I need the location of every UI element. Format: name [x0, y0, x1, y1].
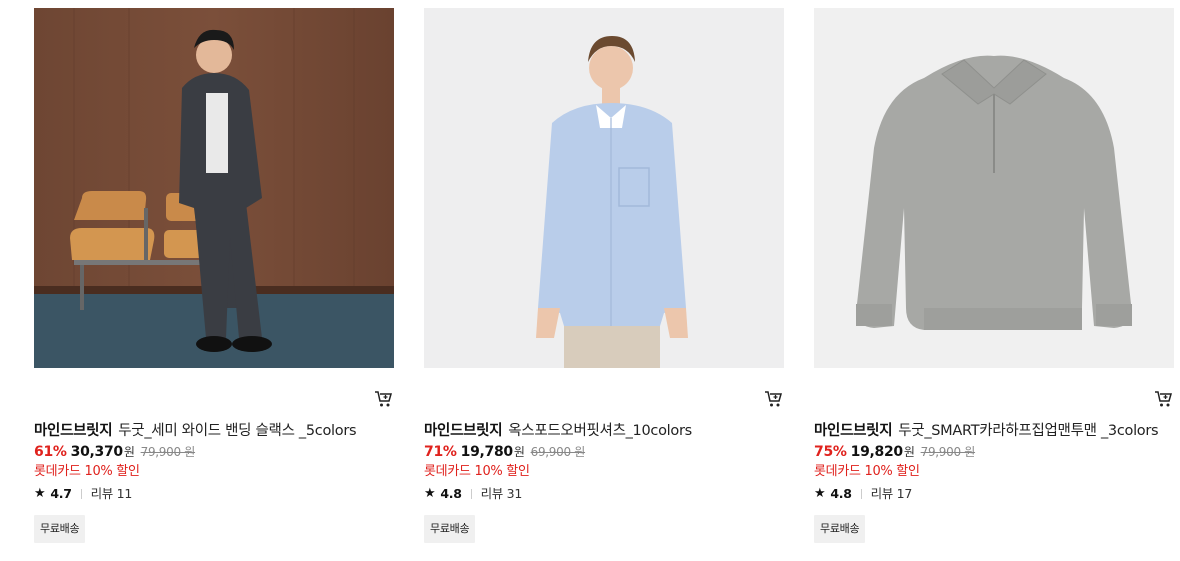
rating-score: 4.8 [830, 486, 852, 501]
rating-score: 4.7 [50, 486, 72, 501]
product-title[interactable]: 마인드브릿지 두굿_세미 와이드 밴딩 슬랙스 _5colors [34, 420, 394, 442]
product-name[interactable]: 옥스포드오버핏셔츠_10colors [508, 423, 692, 439]
star-icon: ★ [34, 486, 46, 501]
product-title[interactable]: 마인드브릿지 두굿_SMART카라하프집업맨투맨 _3colors [814, 420, 1174, 442]
original-price: 69,900 원 [530, 445, 586, 459]
product-title[interactable]: 마인드브릿지 옥스포드오버핏셔츠_10colors [424, 420, 784, 442]
brand-name[interactable]: 마인드브릿지 [424, 423, 503, 439]
price-row: 71% 19,780원 69,900 원 [424, 442, 784, 462]
sale-price: 19,820 [850, 444, 904, 460]
free-shipping-badge: 무료배송 [34, 515, 86, 543]
product-photo-grey-sweatshirt [814, 8, 1174, 368]
rating-score: 4.8 [440, 486, 462, 501]
sale-price: 30,370 [70, 444, 124, 460]
brand-name[interactable]: 마인드브릿지 [34, 423, 113, 439]
divider [80, 489, 82, 499]
free-shipping-badge: 무료배송 [424, 515, 476, 543]
card-promotion: 롯데카드 10% 할인 [424, 464, 530, 479]
rating-row: ★ 4.7 리뷰 11 [34, 485, 394, 503]
star-icon: ★ [424, 486, 436, 501]
rating-row: ★ 4.8 리뷰 31 [424, 485, 784, 503]
product-card[interactable]: 마인드브릿지 옥스포드오버핏셔츠_10colors 71% 19,780원 69,90… [424, 8, 784, 543]
cart-icon[interactable] [374, 390, 392, 408]
divider [860, 489, 862, 499]
original-price: 79,900 원 [140, 445, 196, 459]
original-price: 79,900 원 [920, 445, 976, 459]
free-shipping-badge: 무료배송 [814, 515, 866, 543]
review-count[interactable]: 리뷰 31 [481, 485, 523, 503]
product-image[interactable] [34, 8, 394, 368]
product-photo-blue-shirt [424, 8, 784, 368]
cart-icon[interactable] [764, 390, 782, 408]
product-card[interactable]: 마인드브릿지 두굿_SMART카라하프집업맨투맨 _3colors 75% 19,8… [814, 8, 1174, 543]
review-count[interactable]: 리뷰 11 [91, 485, 133, 503]
rating-row: ★ 4.8 리뷰 17 [814, 485, 1174, 503]
discount-rate: 75% [814, 444, 847, 460]
cart-icon[interactable] [1154, 390, 1172, 408]
card-promotion: 롯데카드 10% 할인 [34, 464, 140, 479]
discount-rate: 71% [424, 444, 457, 460]
brand-name[interactable]: 마인드브릿지 [814, 423, 893, 439]
product-info: 마인드브릿지 두굿_세미 와이드 밴딩 슬랙스 _5colors 61% 30,37… [34, 420, 394, 543]
product-image[interactable] [814, 8, 1174, 368]
currency-unit: 원 [513, 445, 525, 459]
divider [470, 489, 472, 499]
price-row: 75% 19,820원 79,900 원 [814, 442, 1174, 462]
price-row: 61% 30,370원 79,900 원 [34, 442, 394, 462]
product-info: 마인드브릿지 옥스포드오버핏셔츠_10colors 71% 19,780원 69,90… [424, 420, 784, 543]
star-icon: ★ [814, 486, 826, 501]
review-count[interactable]: 리뷰 17 [871, 485, 913, 503]
product-photo-model-suit [34, 8, 394, 368]
discount-rate: 61% [34, 444, 67, 460]
sale-price: 19,780 [460, 444, 514, 460]
product-card[interactable]: 마인드브릿지 두굿_세미 와이드 밴딩 슬랙스 _5colors 61% 30,37… [34, 8, 394, 543]
currency-unit: 원 [123, 445, 135, 459]
product-image[interactable] [424, 8, 784, 368]
product-name[interactable]: 두굿_세미 와이드 밴딩 슬랙스 _5colors [118, 423, 356, 439]
product-name[interactable]: 두굿_SMART카라하프집업맨투맨 _3colors [898, 423, 1158, 439]
product-info: 마인드브릿지 두굿_SMART카라하프집업맨투맨 _3colors 75% 19,8… [814, 420, 1174, 543]
card-promotion: 롯데카드 10% 할인 [814, 464, 920, 479]
currency-unit: 원 [903, 445, 915, 459]
